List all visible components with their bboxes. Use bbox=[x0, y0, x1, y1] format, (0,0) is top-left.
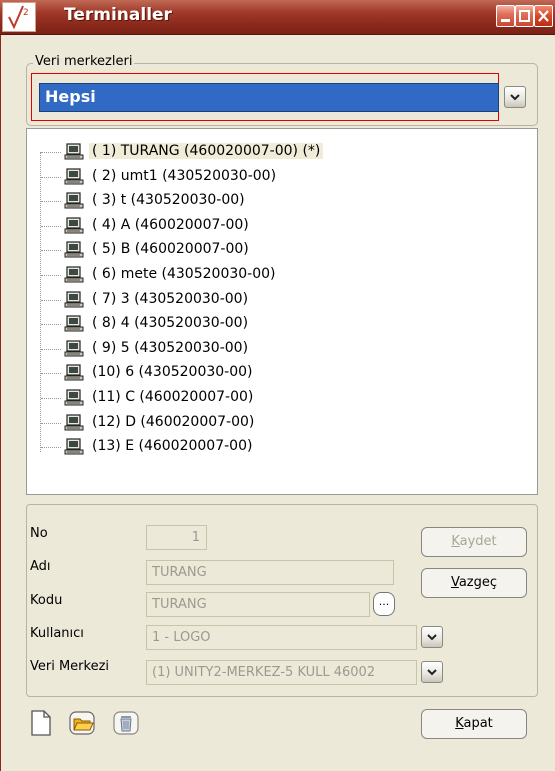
tree-item-label: ( 7) 3 (430520030-00) bbox=[92, 290, 249, 307]
veri-merkezi-filter-select[interactable]: Hepsi bbox=[39, 83, 499, 112]
tree-item[interactable]: ( 4) A (460020007-00) bbox=[41, 214, 371, 239]
tree-item[interactable]: ( 5) B (460020007-00) bbox=[41, 238, 371, 263]
computer-icon bbox=[63, 364, 85, 382]
tree-item[interactable]: ( 7) 3 (430520030-00) bbox=[41, 288, 371, 313]
kullanici-select[interactable]: 1 - LOGO bbox=[146, 625, 417, 650]
computer-icon bbox=[63, 290, 85, 309]
tree-connector-line bbox=[41, 250, 61, 252]
tree-item-label: (11) C (460020007-00) bbox=[92, 389, 254, 405]
computer-icon bbox=[63, 241, 85, 259]
adi-field: TURANG bbox=[146, 560, 394, 585]
tree-connector-line bbox=[41, 398, 61, 399]
kaydet-label: aydet bbox=[459, 534, 497, 549]
title-bar[interactable]: 2 Terminaller bbox=[0, 0, 555, 35]
tree-item[interactable]: (10) 6 (430520030-00) bbox=[41, 361, 371, 386]
tree-connector-line bbox=[41, 152, 61, 153]
veri-merkezleri-legend: Veri merkezleri bbox=[33, 54, 135, 69]
no-field: 1 bbox=[146, 525, 207, 550]
kodu-label: Kodu bbox=[30, 593, 63, 608]
computer-icon bbox=[63, 438, 85, 456]
kapat-button[interactable]: Kapat bbox=[421, 709, 527, 739]
tree-item-label: ( 2) umt1 (430520030-00) bbox=[92, 167, 277, 184]
tree-item[interactable]: ( 8) 4 (430520030-00) bbox=[41, 312, 371, 337]
kodu-field: TURANG bbox=[146, 592, 370, 617]
adi-label: Adı bbox=[30, 559, 51, 574]
tree-item[interactable]: ( 3) t (430520030-00) bbox=[41, 189, 371, 214]
svg-text:2: 2 bbox=[23, 8, 29, 18]
tree-item[interactable]: ( 6) mete (430520030-00) bbox=[41, 263, 371, 288]
window-title: Terminaller bbox=[64, 5, 172, 25]
tree-item-label: (12) D (460020007-00) bbox=[92, 413, 255, 430]
kaydet-mnemonic: K bbox=[451, 534, 460, 549]
tree-item[interactable]: ( 9) 5 (430520030-00) bbox=[41, 337, 371, 362]
computer-icon bbox=[63, 315, 85, 333]
vazgec-mnemonic: V bbox=[450, 575, 459, 590]
computer-icon bbox=[63, 167, 85, 186]
tree-item-label: ( 1) TURANG (460020007-00) (*) bbox=[89, 143, 324, 159]
tree-connector-line bbox=[41, 299, 61, 301]
new-document-icon[interactable] bbox=[27, 708, 55, 738]
tree-item-label: ( 6) mete (430520030-00) bbox=[92, 266, 276, 282]
window-left-border bbox=[0, 35, 8, 771]
delete-trash-icon[interactable] bbox=[112, 708, 140, 738]
tree-item-label: ( 9) 5 (430520030-00) bbox=[92, 339, 249, 356]
kaydet-button[interactable]: Kaydet bbox=[421, 527, 527, 557]
vazgec-button[interactable]: Vazgeç bbox=[421, 568, 527, 598]
tree-connector-line bbox=[41, 348, 61, 350]
tree-item-label: (10) 6 (430520030-00) bbox=[92, 364, 253, 381]
tree-item-label: ( 8) 4 (430520030-00) bbox=[92, 315, 249, 332]
no-label: No bbox=[30, 526, 48, 541]
veri-merkezi-chevron-down-icon[interactable] bbox=[421, 661, 443, 683]
tree-item[interactable]: (13) E (460020007-00) bbox=[41, 435, 371, 460]
tree-item-label: ( 5) B (460020007-00) bbox=[92, 241, 249, 258]
tree-connector-line bbox=[41, 176, 61, 178]
kullanici-label: Kullanıcı bbox=[30, 626, 84, 641]
tree-connector-line bbox=[41, 373, 61, 375]
minimize-icon[interactable] bbox=[496, 5, 515, 27]
computer-icon bbox=[63, 217, 85, 235]
tree-item-label: ( 3) t (430520030-00) bbox=[92, 192, 245, 209]
computer-icon bbox=[63, 266, 85, 284]
app-logo-icon: 2 bbox=[2, 2, 36, 32]
veri-merkezi-label: Veri Merkezi bbox=[30, 659, 110, 674]
kodu-lookup-button[interactable]: ... bbox=[373, 592, 395, 616]
tree-connector-line bbox=[41, 225, 61, 227]
tree-item-label: ( 4) A (460020007-00) bbox=[92, 216, 249, 233]
terminaller-window: 2 Terminaller Veri merkezleri Hepsi ( 1)… bbox=[0, 0, 555, 771]
tree-connector-line bbox=[41, 447, 61, 449]
computer-icon bbox=[63, 143, 85, 161]
veri-merkezi-select[interactable]: (1) UNITY2-MERKEZ-5 KULL 46002 bbox=[146, 660, 417, 685]
tree-item[interactable]: ( 1) TURANG (460020007-00) (*) bbox=[41, 140, 371, 165]
tree-item-label: (13) E (460020007-00) bbox=[92, 438, 253, 455]
vazgec-label: azgeç bbox=[458, 575, 498, 590]
chevron-down-icon[interactable] bbox=[504, 86, 526, 108]
maximize-icon[interactable] bbox=[515, 5, 534, 27]
tree-connector-line bbox=[41, 324, 61, 326]
tree-connector-line bbox=[41, 422, 61, 424]
tree-connector-line bbox=[41, 275, 61, 276]
tree-item[interactable]: ( 2) umt1 (430520030-00) bbox=[41, 165, 371, 190]
computer-icon bbox=[63, 340, 85, 358]
open-folder-icon[interactable] bbox=[68, 708, 96, 738]
kapat-mnemonic: K bbox=[455, 716, 464, 731]
computer-icon bbox=[63, 389, 85, 407]
tree-item[interactable]: (11) C (460020007-00) bbox=[41, 386, 371, 411]
computer-icon bbox=[63, 413, 85, 432]
computer-icon bbox=[63, 192, 85, 210]
tree-item[interactable]: (12) D (460020007-00) bbox=[41, 411, 371, 436]
kapat-label: apat bbox=[463, 716, 493, 731]
kullanici-chevron-down-icon[interactable] bbox=[421, 626, 443, 648]
close-icon[interactable] bbox=[534, 5, 553, 27]
tree-connector-line bbox=[41, 201, 61, 203]
